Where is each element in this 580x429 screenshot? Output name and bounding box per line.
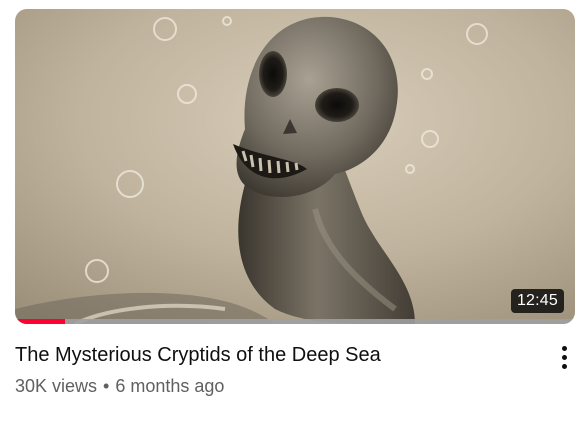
meta-separator: • [103, 376, 110, 396]
video-metadata: 30K views • 6 months ago [15, 374, 224, 398]
view-count: 30K views [15, 376, 98, 396]
more-actions-button[interactable] [548, 340, 580, 374]
video-title[interactable]: The Mysterious Cryptids of the Deep Sea [15, 342, 535, 368]
more-vert-icon-dot [561, 363, 567, 369]
upload-age: 6 months ago [115, 376, 225, 396]
thumbnail-image [15, 9, 575, 324]
duration-badge: 12:45 [510, 289, 564, 313]
more-vert-icon-dot [561, 354, 567, 360]
video-card: 12:45 The Mysterious Cryptids of the Dee… [0, 0, 580, 429]
video-thumbnail[interactable]: 12:45 [15, 9, 575, 324]
more-vert-icon [561, 345, 567, 351]
watch-progress-fill [15, 319, 66, 324]
watch-progress-bar [15, 319, 575, 324]
